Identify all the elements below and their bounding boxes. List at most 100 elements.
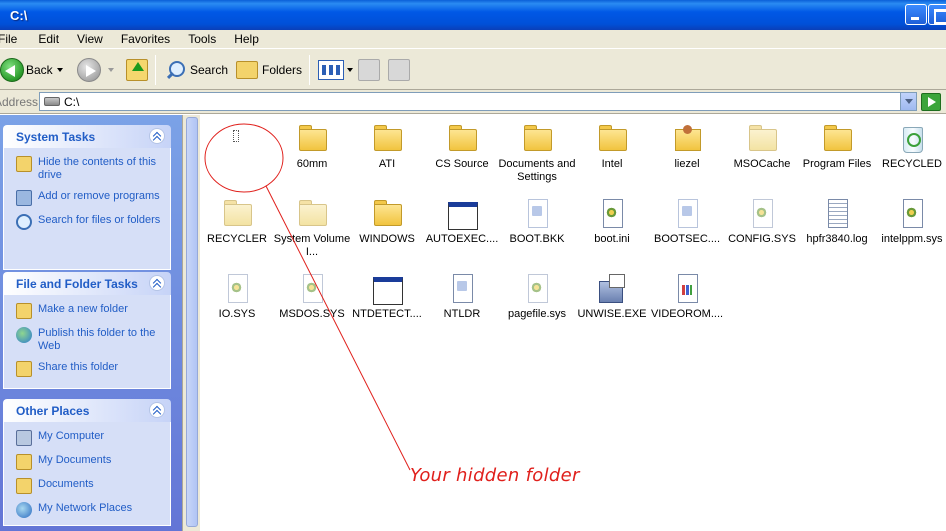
views-button[interactable] bbox=[318, 57, 353, 83]
scrollbar-thumb[interactable] bbox=[186, 117, 198, 527]
minimize-button[interactable] bbox=[905, 4, 927, 25]
file-item[interactable]: MSOCache bbox=[723, 123, 801, 171]
file-folder-tasks-header[interactable]: File and Folder Tasks bbox=[3, 272, 171, 295]
go-button[interactable] bbox=[921, 93, 941, 111]
folder-icon bbox=[372, 123, 402, 153]
menu-favorites[interactable]: Favorites bbox=[121, 32, 178, 46]
file-item[interactable]: AUTOEXEC.... bbox=[423, 198, 501, 246]
share-folder-icon bbox=[16, 361, 32, 377]
copy-to-icon bbox=[388, 59, 410, 81]
system-tasks-panel: System Tasks Hide the contents of this d… bbox=[3, 125, 171, 270]
move-to-button[interactable] bbox=[358, 57, 380, 83]
collapse-icon[interactable] bbox=[149, 402, 165, 418]
recycle-bin-icon bbox=[897, 123, 927, 153]
back-label: Back bbox=[26, 63, 53, 77]
move-to-icon bbox=[358, 59, 380, 81]
toolbar-separator bbox=[309, 55, 310, 85]
menu-file[interactable]: File bbox=[0, 32, 25, 46]
file-item[interactable]: UNWISE.EXE bbox=[573, 273, 651, 321]
system-tasks-title: System Tasks bbox=[16, 130, 96, 144]
toolbar-separator bbox=[155, 55, 156, 85]
system-file-icon bbox=[522, 273, 552, 303]
back-history-dropdown[interactable] bbox=[57, 57, 63, 83]
task-add-remove-programs[interactable]: Add or remove programs bbox=[4, 188, 170, 208]
file-item[interactable]: NTDETECT.... bbox=[348, 273, 426, 321]
other-places-header[interactable]: Other Places bbox=[3, 399, 171, 422]
file-item[interactable]: System Volume I... bbox=[273, 198, 351, 259]
folder-icon bbox=[447, 123, 477, 153]
search-button[interactable]: Search bbox=[164, 57, 228, 83]
file-item[interactable]: 60mm bbox=[273, 123, 351, 171]
folder-icon bbox=[747, 123, 777, 153]
file-item[interactable]: CS Source bbox=[423, 123, 501, 171]
system-file-icon bbox=[747, 198, 777, 228]
task-search-files[interactable]: Search for files or folders bbox=[4, 212, 170, 232]
up-folder-icon bbox=[126, 59, 148, 81]
place-my-documents[interactable]: My Documents bbox=[4, 452, 170, 472]
address-input[interactable]: C:\ bbox=[39, 92, 917, 111]
up-folder-button[interactable] bbox=[126, 57, 148, 83]
menu-edit[interactable]: Edit bbox=[38, 32, 67, 46]
file-item[interactable]: MSDOS.SYS bbox=[273, 273, 351, 321]
system-tasks-header[interactable]: System Tasks bbox=[3, 125, 171, 148]
menu-view[interactable]: View bbox=[77, 32, 111, 46]
settings-file-icon bbox=[597, 198, 627, 228]
forward-history-dropdown[interactable] bbox=[108, 57, 114, 83]
documents-folder-icon bbox=[16, 454, 32, 470]
menu-help[interactable]: Help bbox=[234, 32, 267, 46]
file-item[interactable]: RECYCLED bbox=[873, 123, 946, 171]
place-documents[interactable]: Documents bbox=[4, 476, 170, 496]
file-item[interactable]: IO.SYS bbox=[198, 273, 276, 321]
setup-icon bbox=[597, 273, 627, 303]
task-pane-scrollbar[interactable] bbox=[182, 115, 200, 531]
task-publish-to-web[interactable]: Publish this folder to the Web bbox=[4, 325, 170, 355]
system-file-icon bbox=[222, 273, 252, 303]
folder-icon bbox=[297, 123, 327, 153]
other-places-title: Other Places bbox=[16, 404, 90, 418]
file-item[interactable]: liezel bbox=[648, 123, 726, 171]
folders-label: Folders bbox=[262, 63, 303, 77]
address-dropdown-button[interactable] bbox=[900, 93, 916, 110]
maximize-button[interactable] bbox=[928, 4, 946, 25]
collapse-icon[interactable] bbox=[149, 128, 165, 144]
folder-icon bbox=[16, 156, 32, 172]
back-button[interactable]: Back bbox=[0, 57, 53, 83]
task-share-folder[interactable]: Share this folder bbox=[4, 359, 170, 379]
computer-icon bbox=[16, 430, 32, 446]
file-item[interactable]: VIDEOROM.... bbox=[648, 273, 726, 321]
file-item[interactable] bbox=[198, 123, 276, 158]
system-file-icon bbox=[897, 198, 927, 228]
file-item[interactable]: WINDOWS bbox=[348, 198, 426, 246]
views-icon bbox=[318, 60, 344, 80]
file-item[interactable]: intelppm.sys bbox=[873, 198, 946, 246]
network-icon bbox=[16, 502, 32, 518]
collapse-icon[interactable] bbox=[149, 275, 165, 291]
place-my-computer[interactable]: My Computer bbox=[4, 428, 170, 448]
place-my-network-places[interactable]: My Network Places bbox=[4, 500, 170, 520]
folder-icon bbox=[522, 123, 552, 153]
file-item[interactable]: ATI bbox=[348, 123, 426, 171]
file-item[interactable]: pagefile.sys bbox=[498, 273, 576, 321]
file-item[interactable]: NTLDR bbox=[423, 273, 501, 321]
folders-button[interactable]: Folders bbox=[236, 57, 302, 83]
file-item[interactable]: boot.ini bbox=[573, 198, 651, 246]
file-item[interactable]: RECYCLER bbox=[198, 198, 276, 246]
file-item[interactable]: Intel bbox=[573, 123, 651, 171]
menu-tools[interactable]: Tools bbox=[188, 32, 224, 46]
file-item[interactable]: Documents and Settings bbox=[498, 123, 576, 184]
file-item[interactable]: BOOT.BKK bbox=[498, 198, 576, 246]
new-folder-icon bbox=[16, 303, 32, 319]
title-bar: C:\ bbox=[0, 0, 946, 30]
forward-button[interactable] bbox=[77, 57, 101, 83]
file-item[interactable]: Program Files bbox=[798, 123, 876, 171]
task-hide-drive-contents[interactable]: Hide the contents of this drive bbox=[4, 154, 170, 184]
file-item[interactable]: hpfr3840.log bbox=[798, 198, 876, 246]
search-label: Search bbox=[190, 63, 229, 77]
programs-icon bbox=[16, 190, 32, 206]
copy-to-button[interactable] bbox=[388, 57, 410, 83]
file-item[interactable]: CONFIG.SYS bbox=[723, 198, 801, 246]
file-folder-tasks-title: File and Folder Tasks bbox=[16, 277, 138, 291]
task-make-new-folder[interactable]: Make a new folder bbox=[4, 301, 170, 321]
search-icon bbox=[16, 214, 32, 230]
file-item[interactable]: BOOTSEC.... bbox=[648, 198, 726, 246]
